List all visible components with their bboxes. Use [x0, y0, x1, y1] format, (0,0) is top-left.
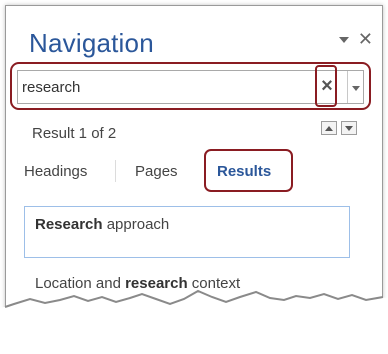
- torn-edge: [0, 289, 388, 354]
